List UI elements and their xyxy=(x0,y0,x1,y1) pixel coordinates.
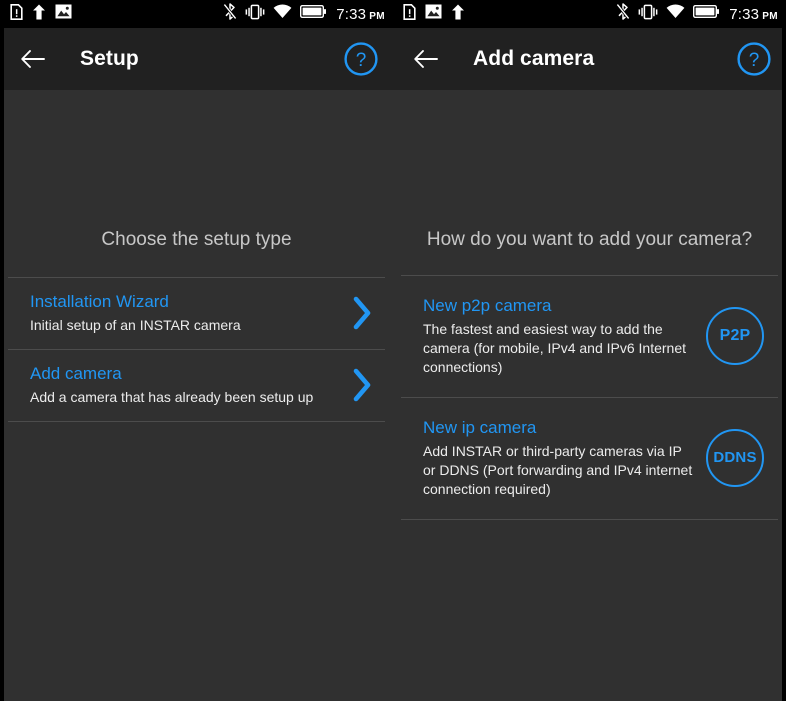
vibrate-icon xyxy=(245,4,265,25)
status-bar-right-icons: 7:33 PM xyxy=(223,3,385,25)
battery-icon xyxy=(693,4,720,23)
page-title: Setup xyxy=(80,47,139,70)
panel-setup: 7:33 PM Setup ? Choose the setup type In… xyxy=(0,0,393,701)
upload-icon xyxy=(451,4,465,25)
wifi-icon xyxy=(273,4,292,24)
list-item-subtitle: Add INSTAR or third-party cameras via IP… xyxy=(423,443,693,497)
list-item-installation-wizard[interactable]: Installation Wizard Initial setup of an … xyxy=(0,278,393,349)
section-heading: Choose the setup type xyxy=(101,229,292,250)
dual-screenshot-container: 7:33 PM Setup ? Choose the setup type In… xyxy=(0,0,786,701)
sim-card-alert-icon xyxy=(10,3,23,25)
clock-ampm: PM xyxy=(369,10,385,22)
app-bar-setup: Setup ? xyxy=(0,28,393,90)
upload-icon xyxy=(32,4,46,25)
list-item-text: New ip camera Add INSTAR or third-party … xyxy=(423,416,706,499)
status-bar-right-icons: 7:33 PM xyxy=(616,3,778,25)
list-item-add-camera[interactable]: Add camera Add a camera that has already… xyxy=(0,350,393,421)
app-bar-add-camera: Add camera ? xyxy=(393,28,786,90)
status-bar-clock: 7:33 PM xyxy=(729,6,778,23)
status-bar-left-icons xyxy=(10,3,72,25)
top-spacer xyxy=(0,90,393,224)
status-bar-left: 7:33 PM xyxy=(0,0,393,28)
list-item-text: Installation Wizard Initial setup of an … xyxy=(30,290,345,335)
right-edge-gutter xyxy=(782,0,786,701)
list-item-title: New p2p camera xyxy=(423,296,552,315)
status-bar-clock: 7:33 PM xyxy=(336,6,385,23)
bluetooth-off-icon xyxy=(616,3,631,25)
list-item-title: New ip camera xyxy=(423,418,537,437)
sim-card-alert-icon xyxy=(403,3,416,25)
list-item-new-ip-camera[interactable]: New ip camera Add INSTAR or third-party … xyxy=(393,398,786,519)
battery-icon xyxy=(300,4,327,23)
top-spacer xyxy=(393,90,786,224)
p2p-badge-icon[interactable]: P2P xyxy=(706,306,764,365)
page-title: Add camera xyxy=(473,47,595,70)
clock-time: 7:33 xyxy=(729,5,760,23)
svg-text:?: ? xyxy=(749,50,760,71)
list-item-title: Installation Wizard xyxy=(30,292,169,311)
back-arrow-icon xyxy=(414,50,438,68)
image-icon xyxy=(425,4,442,24)
divider xyxy=(401,519,778,520)
ddns-badge-icon[interactable]: DDNS xyxy=(706,428,764,487)
content-add-camera: How do you want to add your camera? New … xyxy=(393,90,786,701)
back-button[interactable] xyxy=(409,42,443,76)
list-item-subtitle: The fastest and easiest way to add the c… xyxy=(423,321,687,375)
clock-ampm: PM xyxy=(762,10,778,22)
list-item-subtitle: Add a camera that has already been setup… xyxy=(30,389,314,405)
list-item-title: Add camera xyxy=(30,364,122,383)
help-circle-icon: ? xyxy=(344,42,378,76)
back-arrow-icon xyxy=(21,50,45,68)
chevron-right-icon[interactable] xyxy=(345,364,379,406)
list-item-text: New p2p camera The fastest and easiest w… xyxy=(423,294,706,377)
badge-label: P2P xyxy=(719,326,751,344)
divider xyxy=(8,421,385,422)
bluetooth-off-icon xyxy=(223,3,238,25)
status-bar-right: 7:33 PM xyxy=(393,0,786,28)
help-button[interactable]: ? xyxy=(343,41,379,77)
clock-time: 7:33 xyxy=(336,5,367,23)
section-heading: How do you want to add your camera? xyxy=(426,229,753,250)
vibrate-icon xyxy=(638,4,658,25)
panel-add-camera: 7:33 PM Add camera ? How do you want to … xyxy=(393,0,786,701)
help-button[interactable]: ? xyxy=(736,41,772,77)
left-edge-gutter xyxy=(0,0,4,701)
badge-label: DDNS xyxy=(713,449,757,466)
image-icon xyxy=(55,4,72,24)
content-setup: Choose the setup type Installation Wizar… xyxy=(0,90,393,701)
list-item-subtitle: Initial setup of an INSTAR camera xyxy=(30,317,241,333)
status-bar-left-icons xyxy=(403,3,465,25)
list-item-text: Add camera Add a camera that has already… xyxy=(30,362,345,407)
list-item-new-p2p-camera[interactable]: New p2p camera The fastest and easiest w… xyxy=(393,276,786,397)
help-circle-icon: ? xyxy=(737,42,771,76)
back-button[interactable] xyxy=(16,42,50,76)
svg-text:?: ? xyxy=(356,50,367,71)
wifi-icon xyxy=(666,4,685,24)
chevron-right-icon[interactable] xyxy=(345,292,379,334)
